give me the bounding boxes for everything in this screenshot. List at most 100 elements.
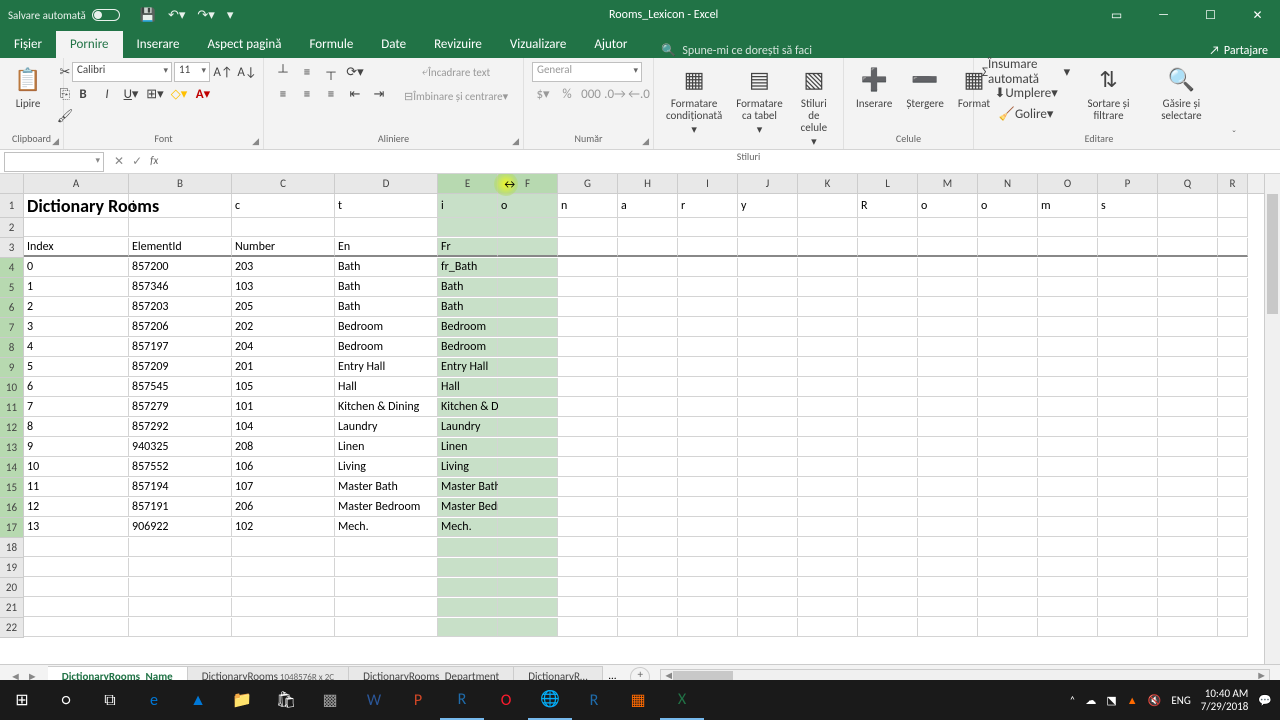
cell[interactable] [798,498,858,517]
fill-color-button[interactable]: ◇▾ [168,84,190,104]
cell[interactable] [678,318,738,337]
cell[interactable] [1098,338,1158,357]
cell[interactable]: Bedroom [335,318,438,337]
cell[interactable] [918,618,978,637]
cell[interactable] [618,458,678,477]
app3-icon[interactable]: ▦ [616,680,660,720]
undo-icon[interactable]: ↶▾ [168,8,185,23]
cell[interactable] [678,218,738,237]
cell[interactable] [798,378,858,397]
cell[interactable] [858,398,918,417]
tray-cloud-icon[interactable]: ☁ [1085,694,1096,707]
cell[interactable] [1158,358,1218,377]
cell[interactable] [1038,438,1098,457]
cell[interactable] [738,518,798,537]
format-as-table-button[interactable]: ▤Formatare ca tabel▾ [732,62,786,138]
cell[interactable] [618,298,678,317]
cell[interactable] [798,598,858,617]
cell[interactable] [498,358,558,377]
cell[interactable] [1218,358,1248,377]
cell[interactable] [1038,338,1098,357]
cell[interactable] [1038,578,1098,597]
row-header[interactable]: 1 [0,194,24,218]
cell[interactable] [498,498,558,517]
cell[interactable] [1158,258,1218,277]
cell[interactable] [232,558,335,577]
cell[interactable] [1038,518,1098,537]
cell[interactable] [798,578,858,597]
cell[interactable] [498,618,558,637]
cell[interactable] [858,258,918,277]
row-header[interactable]: 17 [0,518,24,538]
border-button[interactable]: ⊞▾ [144,84,166,104]
cell[interactable] [1158,558,1218,577]
cell[interactable] [858,298,918,317]
align-left-icon[interactable]: ≡ [272,84,294,104]
task-view-icon[interactable]: ⧉ [88,680,132,720]
cell[interactable] [129,218,232,237]
cell[interactable]: Hall [335,378,438,397]
cell[interactable] [978,438,1038,457]
increase-font-icon[interactable]: A↑ [212,62,234,82]
cell[interactable] [1158,538,1218,557]
start-button[interactable]: ⊞ [0,680,44,720]
cell[interactable]: n [558,194,618,218]
row-header[interactable]: 14 [0,458,24,478]
row-header[interactable]: 22 [0,618,24,638]
cell[interactable] [558,518,618,537]
cell[interactable]: 857203 [129,298,232,317]
column-header-F[interactable]: F [498,174,558,193]
cell[interactable] [978,398,1038,417]
cell[interactable] [858,238,918,257]
cell[interactable] [738,618,798,637]
cell[interactable]: 101 [232,398,335,417]
row-header[interactable]: 8 [0,338,24,358]
cell[interactable] [678,518,738,537]
cell[interactable] [978,238,1038,257]
cell[interactable] [678,338,738,357]
align-top-icon[interactable]: ┴ [272,62,294,82]
cell[interactable] [558,458,618,477]
cell[interactable] [738,338,798,357]
cell[interactable] [918,538,978,557]
cell[interactable] [618,558,678,577]
cell[interactable]: 104 [232,418,335,437]
cell[interactable]: fr_Bath [438,258,498,277]
cell[interactable] [738,458,798,477]
cell[interactable] [1158,578,1218,597]
currency-icon[interactable]: $▾ [532,84,554,104]
cell[interactable] [858,498,918,517]
tab-file[interactable]: Fișier [0,31,56,58]
cell[interactable] [678,598,738,617]
cell[interactable] [1158,278,1218,297]
cell[interactable] [618,578,678,597]
cell[interactable] [798,258,858,277]
cell[interactable]: 13 [24,518,129,537]
cell[interactable] [858,598,918,617]
row-header[interactable]: 3 [0,238,24,258]
cell[interactable] [558,398,618,417]
cell[interactable] [438,598,498,617]
cell[interactable] [1158,398,1218,417]
cell[interactable] [858,218,918,237]
cell[interactable] [498,418,558,437]
cell[interactable] [1098,318,1158,337]
column-header-O[interactable]: O [1038,174,1098,193]
cell[interactable]: o [978,194,1038,218]
collapse-ribbon-icon[interactable]: ˇ [1224,58,1244,149]
cell[interactable] [858,558,918,577]
column-header-H[interactable]: H [618,174,678,193]
cell[interactable]: 857292 [129,418,232,437]
cell[interactable] [232,578,335,597]
ribbon-options-icon[interactable]: ▭ [1094,0,1139,30]
cell[interactable] [1218,338,1248,357]
cell[interactable]: 857279 [129,398,232,417]
row-header[interactable]: 11 [0,398,24,418]
cell[interactable] [1038,378,1098,397]
wrap-text-button[interactable]: ⤶ Încadrare text [404,62,508,82]
cell[interactable]: En [335,238,438,257]
cell[interactable]: i [438,194,498,218]
cell[interactable] [1098,518,1158,537]
store-icon[interactable]: 🛍 [264,680,308,720]
cell[interactable]: 906922 [129,518,232,537]
